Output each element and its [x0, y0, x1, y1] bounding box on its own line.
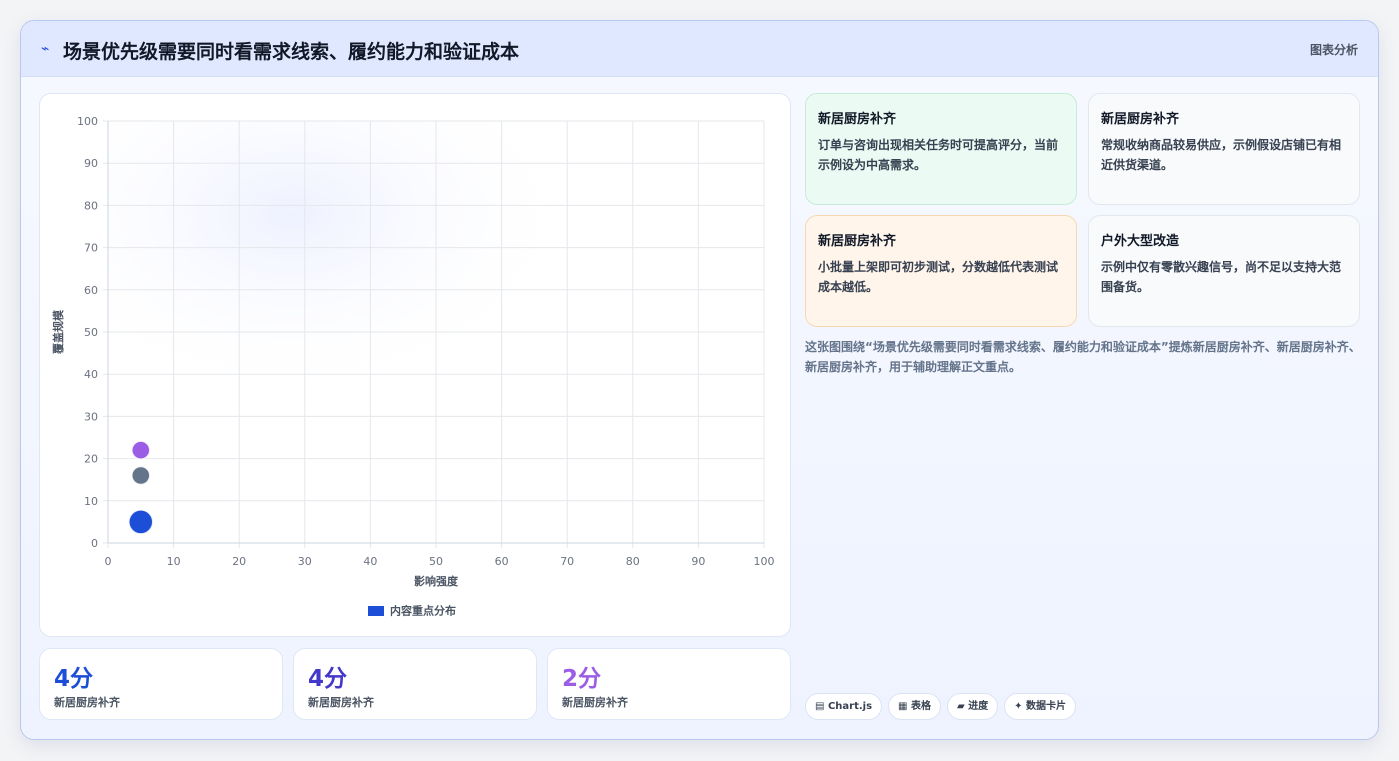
x-tick-label: 10 — [167, 555, 181, 568]
x-axis-label: 影响强度 — [414, 574, 459, 588]
info-card-body: 订单与咨询出现相关任务时可提高评分，当前示例设为中高需求。 — [818, 138, 1059, 172]
stat-card-3: 2分 新居厨房补齐 — [547, 648, 791, 720]
y-tick-label: 30 — [84, 410, 98, 423]
chip-table[interactable]: ▦ 表格 — [888, 693, 941, 720]
chart-analysis-tag: 图表分析 — [1309, 43, 1358, 57]
tech-chips: ▤ Chart.js ▦ 表格 ▰ 进度 ✦ 数据卡片 — [805, 693, 1082, 721]
chip-chartjs[interactable]: ▤ Chart.js — [805, 693, 883, 720]
y-tick-label: 50 — [84, 326, 98, 339]
y-tick-label: 70 — [84, 242, 98, 255]
chart-summary: 这张图围绕“场景优先级需要同时看需求线索、履约能力和验证成本”提炼新居厨房补齐、… — [805, 340, 1361, 374]
x-tick-label: 90 — [691, 555, 705, 568]
lightning-icon: ⌁ — [41, 41, 50, 57]
x-tick-label: 60 — [495, 555, 509, 568]
info-card-body: 常规收纳商品较易供应，示例假设店铺已有相近供货渠道。 — [1101, 138, 1342, 172]
chip-label: Chart.js — [827, 701, 873, 712]
x-tick-label: 70 — [560, 555, 574, 568]
chip-progress[interactable]: ▰ 进度 — [946, 693, 999, 720]
chip-data-card[interactable]: ✦ 数据卡片 — [1004, 693, 1077, 720]
chip-label: 数据卡片 — [1026, 701, 1067, 712]
info-card-title: 新居厨房补齐 — [1101, 112, 1180, 127]
info-card-1: 新居厨房补齐 订单与咨询出现相关任务时可提高评分，当前示例设为中高需求。 — [805, 93, 1077, 205]
info-card-title: 新居厨房补齐 — [818, 234, 897, 249]
info-card-body: 小批量上架即可初步测试，分数越低代表测试成本越低。 — [818, 260, 1059, 294]
stat-value: 4分 — [308, 666, 348, 692]
card-header: ⌁ 场景优先级需要同时看需求线索、履约能力和验证成本 图表分析 — [21, 21, 1378, 77]
x-tick-label: 80 — [626, 555, 640, 568]
table-icon: ▦ — [898, 701, 911, 712]
info-card-4: 户外大型改造 示例中仅有零散兴趣信号，尚不足以支持大范围备货。 — [1088, 215, 1360, 327]
y-axis-label: 覆盖规模 — [51, 309, 65, 354]
x-tick-label: 0 — [105, 555, 112, 568]
chart-icon: ▤ — [815, 701, 828, 712]
y-tick-label: 40 — [84, 368, 98, 381]
stat-card-1: 4分 新居厨房补齐 — [39, 648, 283, 720]
y-tick-label: 80 — [84, 199, 98, 212]
page-title: 场景优先级需要同时看需求线索、履约能力和验证成本 — [63, 41, 520, 63]
sparkle-icon: ✦ — [1014, 701, 1027, 712]
stat-label: 新居厨房补齐 — [54, 696, 120, 709]
stat-value: 4分 — [54, 666, 94, 692]
chart-card: ⌁ 场景优先级需要同时看需求线索、履约能力和验证成本 图表分析 0 10 20 30 4… — [20, 20, 1379, 740]
x-tick-label: 40 — [363, 555, 377, 568]
y-tick-label: 100 — [77, 115, 98, 128]
scatter-point[interactable] — [128, 509, 154, 535]
legend-label: 内容重点分布 — [390, 604, 456, 618]
x-tick-label: 50 — [429, 555, 443, 568]
legend-swatch — [368, 605, 384, 616]
y-tick-label: 20 — [84, 453, 98, 466]
y-tick-label: 90 — [84, 157, 98, 170]
info-card-title: 户外大型改造 — [1101, 234, 1180, 249]
chart-legend[interactable]: 内容重点分布 — [368, 600, 456, 618]
scatter-point[interactable] — [131, 465, 151, 486]
info-card-2: 新居厨房补齐 常规收纳商品较易供应，示例假设店铺已有相近供货渠道。 — [1088, 93, 1360, 205]
y-tick-label: 0 — [91, 537, 98, 550]
x-tick-label: 30 — [298, 555, 312, 568]
x-tick-label: 100 — [754, 555, 775, 568]
stat-value: 2分 — [562, 666, 602, 692]
info-card-title: 新居厨房补齐 — [818, 112, 897, 127]
chip-label: 进度 — [968, 701, 989, 712]
info-card-body: 示例中仅有零散兴趣信号，尚不足以支持大范围备货。 — [1101, 260, 1342, 294]
info-card-3: 新居厨房补齐 小批量上架即可初步测试，分数越低代表测试成本越低。 — [805, 215, 1077, 327]
chip-label: 表格 — [910, 701, 931, 712]
scatter-chart: 0 10 20 30 40 50 60 70 80 90 100 0 10 20 30 40 50 60 70 80 9… — [51, 115, 775, 588]
stat-label: 新居厨房补齐 — [562, 696, 628, 709]
scatter-chart-panel: 0 10 20 30 40 50 60 70 80 90 100 0 10 20 30 40 50 60 70 80 9… — [39, 93, 791, 637]
scatter-point[interactable] — [131, 440, 151, 460]
y-tick-label: 10 — [84, 495, 98, 508]
stat-label: 新居厨房补齐 — [308, 696, 374, 709]
x-tick-label: 20 — [232, 555, 246, 568]
stat-card-2: 4分 新居厨房补齐 — [293, 648, 537, 720]
y-tick-label: 60 — [84, 284, 98, 297]
progress-icon: ▰ — [956, 701, 969, 712]
